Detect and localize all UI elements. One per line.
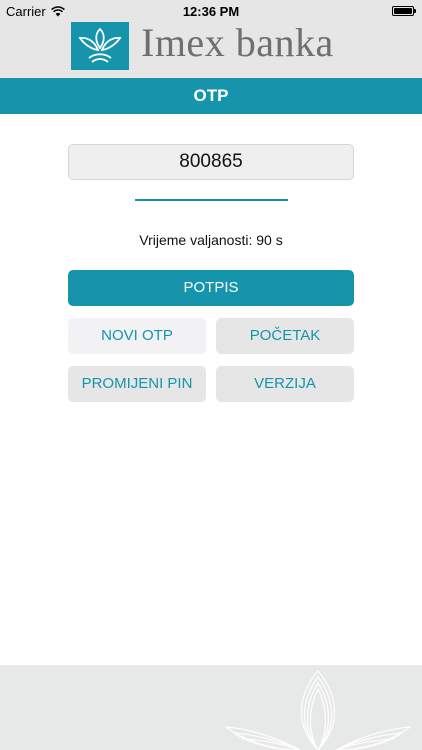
leaf-logo-icon xyxy=(78,28,122,63)
leaf-pattern-icon xyxy=(224,670,412,750)
battery-level xyxy=(394,8,412,14)
status-bar: Carrier 12:36 PM xyxy=(0,0,422,22)
otp-code-field: 800865 xyxy=(68,144,354,180)
otp-validity-progress-fill xyxy=(135,199,288,201)
sign-button[interactable]: POTPIS xyxy=(68,270,354,306)
page-title-bar: OTP xyxy=(0,78,422,114)
footer-banner xyxy=(0,665,422,750)
version-button[interactable]: VERZIJA xyxy=(216,366,354,402)
start-button[interactable]: POČETAK xyxy=(216,318,354,354)
otp-validity-progress xyxy=(135,199,288,201)
new-otp-button[interactable]: NOVI OTP xyxy=(68,318,206,354)
brand-logo xyxy=(71,22,129,70)
battery-icon xyxy=(392,6,416,16)
change-pin-button[interactable]: PROMIJENI PIN xyxy=(68,366,206,402)
page-title: OTP xyxy=(193,86,229,105)
status-time: 12:36 PM xyxy=(182,4,240,19)
brand-name: Imex banka xyxy=(141,20,334,65)
app-header: Imex banka xyxy=(0,22,422,78)
otp-validity-label: Vrijeme valjanosti: 90 s xyxy=(139,232,283,248)
